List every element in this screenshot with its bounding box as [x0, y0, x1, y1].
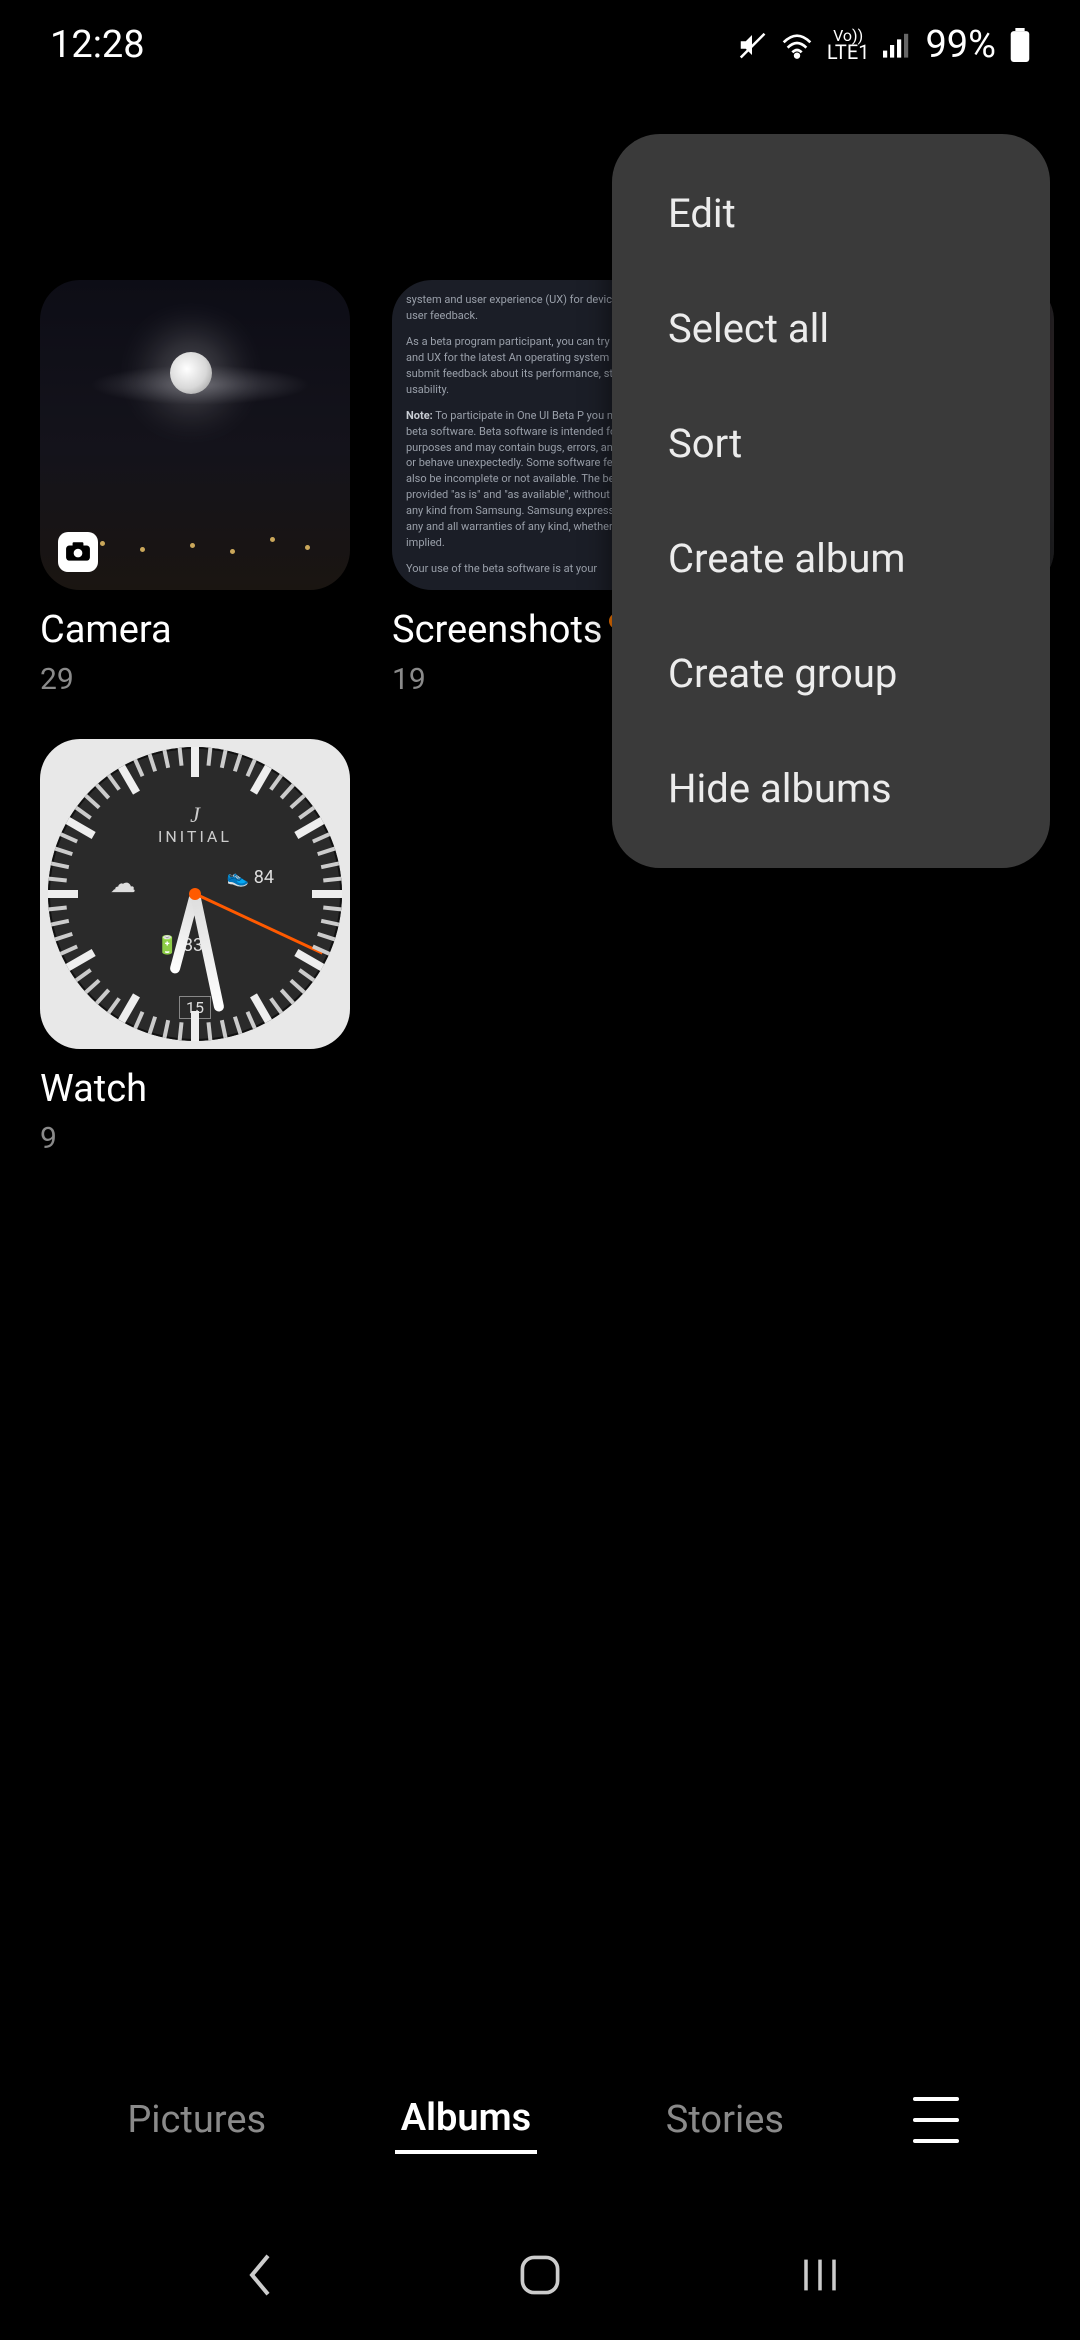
watch-tick	[321, 861, 339, 869]
watch-tick	[280, 989, 295, 1005]
watch-tick	[250, 765, 272, 795]
watch-tick	[323, 905, 341, 911]
watch-tick	[49, 905, 67, 911]
watch-face: J INITIAL ☁ 👟 84 🔋 83 15 /* ticks added …	[48, 747, 342, 1041]
watch-tick	[162, 1020, 170, 1038]
battery-text: 99%	[925, 23, 996, 67]
watch-tick	[178, 748, 184, 766]
menu-create-album[interactable]: Create album	[612, 501, 1050, 616]
tab-stories[interactable]: Stories	[660, 2088, 790, 2152]
watch-tick	[51, 861, 69, 869]
watch-tick	[220, 1020, 228, 1038]
watch-tick	[178, 1022, 184, 1040]
mute-icon	[737, 30, 767, 60]
bottom-tabs: Pictures Albums Stories	[0, 2050, 1080, 2190]
watch-tick	[148, 754, 157, 772]
lte-label: LTE1	[827, 43, 870, 61]
watch-tick	[162, 750, 170, 768]
watch-tick	[250, 993, 272, 1023]
watch-tick	[246, 1011, 257, 1029]
watch-tick	[49, 877, 67, 883]
menu-edit[interactable]: Edit	[612, 156, 1050, 271]
album-count: 29	[40, 662, 350, 697]
tab-pictures[interactable]: Pictures	[121, 2088, 272, 2152]
watch-tick	[75, 968, 92, 982]
menu-create-group[interactable]: Create group	[612, 616, 1050, 731]
network-label: Vo)) LTE1	[827, 29, 870, 61]
watch-tick	[148, 1016, 157, 1034]
watch-tick	[48, 890, 78, 898]
watch-tick	[60, 945, 78, 956]
watch-tick	[133, 759, 144, 777]
watch-tick	[66, 949, 96, 971]
album-title: Screenshots	[392, 608, 603, 652]
wifi-icon	[781, 31, 813, 59]
watch-tick	[55, 847, 73, 856]
watch-tick	[290, 979, 306, 994]
status-time: 12:28	[50, 23, 145, 67]
status-indicators: Vo)) LTE1 99%	[737, 23, 1030, 67]
context-menu: Edit Select all Sort Create album Create…	[612, 134, 1050, 868]
watch-tick	[269, 774, 283, 791]
status-bar: 12:28 Vo)) LTE1 99%	[0, 0, 1080, 90]
hamburger-icon[interactable]	[913, 2097, 959, 2143]
watch-tick	[84, 979, 100, 994]
watch-tick	[321, 919, 339, 927]
watch-tick	[220, 750, 228, 768]
album-watch[interactable]: J INITIAL ☁ 👟 84 🔋 83 15 /* ticks added …	[40, 739, 350, 1156]
watch-steps-value: 84	[254, 867, 274, 888]
navigation-bar	[0, 2210, 1080, 2340]
album-count: 9	[40, 1121, 350, 1156]
watch-tick	[95, 783, 110, 799]
signal-icon	[883, 32, 911, 58]
nav-home-button[interactable]	[510, 2245, 570, 2305]
watch-tick	[206, 748, 212, 766]
watch-tick	[133, 1011, 144, 1029]
watch-tick	[233, 754, 242, 772]
album-title: Camera	[40, 608, 172, 652]
album-title: Watch	[40, 1067, 147, 1111]
watch-steps: 👟 84	[227, 867, 274, 888]
camera-icon	[58, 532, 98, 572]
menu-sort[interactable]: Sort	[612, 386, 1050, 501]
watch-tick	[280, 783, 295, 799]
watch-tick	[298, 968, 315, 982]
watch-tick	[51, 919, 69, 927]
watch-tick	[107, 774, 121, 791]
watch-tick	[233, 1016, 242, 1034]
watch-tick	[312, 890, 342, 898]
nav-back-button[interactable]	[230, 2245, 290, 2305]
album-watch-thumb: J INITIAL ☁ 👟 84 🔋 83 15 /* ticks added …	[40, 739, 350, 1049]
watch-tick	[95, 989, 110, 1005]
menu-select-all[interactable]: Select all	[612, 271, 1050, 386]
watch-tick	[191, 1011, 199, 1041]
watch-tick	[317, 847, 335, 856]
menu-hide-albums[interactable]: Hide albums	[612, 731, 1050, 846]
watch-tick	[323, 877, 341, 883]
nav-recents-button[interactable]	[790, 2245, 850, 2305]
watch-tick	[191, 747, 199, 777]
tab-albums[interactable]: Albums	[395, 2086, 537, 2154]
album-camera[interactable]: Camera 29	[40, 280, 350, 697]
watch-tick	[269, 997, 283, 1014]
watch-tick	[107, 997, 121, 1014]
watch-brand-letter: J	[48, 802, 342, 828]
watch-weather-icon: ☁	[110, 869, 136, 899]
watch-tick	[55, 932, 73, 941]
watch-tick	[206, 1022, 212, 1040]
watch-second-hand	[194, 893, 322, 955]
watch-tick	[317, 932, 335, 941]
preview-note-label: Note:	[406, 409, 433, 422]
watch-tick	[246, 759, 257, 777]
battery-icon	[1010, 28, 1030, 62]
album-camera-thumb	[40, 280, 350, 590]
